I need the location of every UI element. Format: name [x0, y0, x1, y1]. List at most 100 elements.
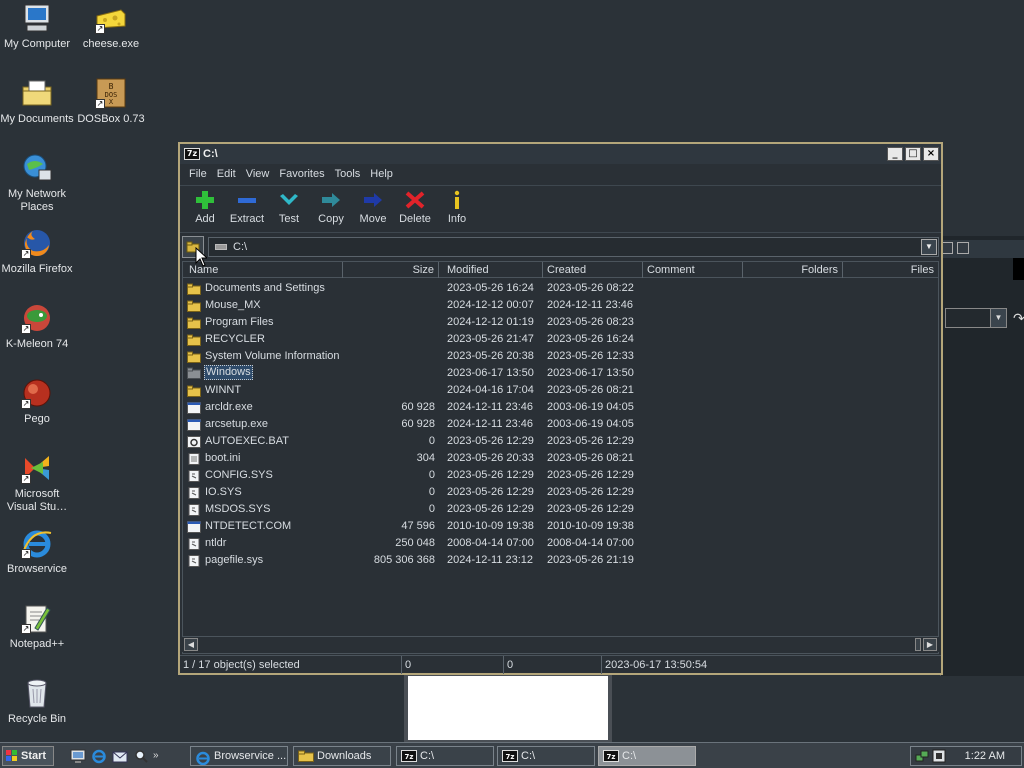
minimize-button[interactable]: _: [887, 147, 903, 161]
taskbar-button[interactable]: Browservice ...: [190, 746, 288, 766]
file-row[interactable]: Documents and Settings 2023-05-26 16:24 20…: [183, 280, 938, 297]
desktop-icon-cheese[interactable]: ↗ cheese.exe: [74, 2, 148, 51]
desktop-icon-documents-folder[interactable]: My Documents: [0, 77, 74, 126]
delete-button[interactable]: Delete: [394, 186, 436, 232]
file-created: 2003-06-19 04:05: [547, 401, 634, 413]
outlook-icon[interactable]: [112, 748, 128, 764]
file-row[interactable]: ntldr 250 048 2008-04-14 07:00 2008-04-14 0…: [183, 535, 938, 552]
menu-help[interactable]: Help: [365, 168, 398, 180]
desktop-icon-dosbox[interactable]: B DOS X ↗ DOSBox 0.73: [74, 77, 148, 126]
file-exe-icon: [187, 418, 201, 431]
internet-explorer-icon[interactable]: [91, 748, 107, 764]
file-row[interactable]: IO.SYS 0 2023-05-26 12:29 2023-05-26 12:29: [183, 484, 938, 501]
test-icon: [268, 190, 310, 210]
menu-view[interactable]: View: [241, 168, 275, 180]
desktop-icon-kmeleon[interactable]: ↗ K-Meleon 74: [0, 302, 74, 351]
file-row[interactable]: CONFIG.SYS 0 2023-05-26 12:29 2023-05-26 12…: [183, 467, 938, 484]
file-name: boot.ini: [205, 452, 241, 464]
file-row[interactable]: WINNT 2024-04-16 17:04 2023-05-26 08:21: [183, 382, 938, 399]
column-header-created[interactable]: Created: [543, 262, 643, 278]
desktop-icon-notepadpp[interactable]: ↗ Notepad++: [0, 602, 74, 651]
search-icon[interactable]: [133, 748, 149, 764]
menu-edit[interactable]: Edit: [212, 168, 241, 180]
start-button[interactable]: Start: [2, 745, 54, 766]
redo-icon[interactable]: ↷: [1013, 310, 1024, 327]
file-modified: 2023-06-17 13:50: [447, 367, 534, 379]
desktop-icon-recycle-bin[interactable]: Recycle Bin: [0, 677, 74, 726]
file-row[interactable]: pagefile.sys 805 306 368 2024-12-11 23:12 2…: [183, 552, 938, 569]
background-window-maximize-button[interactable]: [957, 242, 969, 254]
clock[interactable]: 1:22 AM: [965, 750, 1005, 762]
toolbar-label: Test: [278, 213, 300, 225]
maximize-button[interactable]: □: [905, 147, 921, 161]
menu-tools[interactable]: Tools: [330, 168, 366, 180]
test-button[interactable]: Test: [268, 186, 310, 232]
file-row[interactable]: RECYCLER 2023-05-26 21:47 2023-05-26 16:24: [183, 331, 938, 348]
file-name-cell: CONFIG.SYS: [187, 467, 274, 484]
column-header-modified[interactable]: Modified: [443, 262, 543, 278]
shortcut-arrow-icon: ↗: [21, 324, 31, 334]
menu-file[interactable]: File: [184, 168, 212, 180]
desktop-icon-firefox[interactable]: ↗ Mozilla Firefox: [0, 227, 74, 276]
desktop-icon-internet-explorer[interactable]: ↗ Browservice: [0, 527, 74, 576]
recycle-bin-icon: [21, 677, 53, 709]
file-modified: 2024-12-12 00:07: [447, 299, 534, 311]
folder-icon: [187, 367, 201, 379]
file-row[interactable]: System Volume Information 2023-05-26 20:3…: [183, 348, 938, 365]
menu-favorites[interactable]: Favorites: [274, 168, 329, 180]
file-row[interactable]: AUTOEXEC.BAT 0 2023-05-26 12:29 2023-05-26 …: [183, 433, 938, 450]
file-row[interactable]: Windows 2023-06-17 13:50 2023-06-17 13:50: [183, 365, 938, 382]
scroll-left-icon[interactable]: ◀: [184, 638, 198, 651]
app-tray-icon[interactable]: [932, 749, 946, 763]
show-desktop-icon[interactable]: [70, 748, 86, 764]
window-titlebar[interactable]: 7z C:\ _ □ ×: [180, 144, 941, 164]
pego-icon: ↗: [21, 377, 53, 409]
file-row[interactable]: arcsetup.exe 60 928 2024-12-11 23:46 2003-0…: [183, 416, 938, 433]
background-window-combo[interactable]: ▼: [945, 308, 1007, 328]
desktop-icon-network[interactable]: My Network Places: [0, 152, 74, 214]
column-header-folders[interactable]: Folders: [743, 262, 843, 278]
background-window-content[interactable]: [408, 676, 608, 740]
scroll-right-icon[interactable]: ▶: [923, 638, 937, 651]
desktop-icon-visual-studio[interactable]: ↗ Microsoft Visual Stu…: [0, 452, 74, 514]
file-row[interactable]: Mouse_MX 2024-12-12 00:07 2024-12-11 23:46: [183, 297, 938, 314]
taskbar-button[interactable]: 7z C:\: [497, 746, 595, 766]
file-row[interactable]: MSDOS.SYS 0 2023-05-26 12:29 2023-05-26 12:…: [183, 501, 938, 518]
svg-text:B: B: [109, 82, 114, 91]
horizontal-scrollbar[interactable]: ◀ ▶: [182, 636, 939, 652]
file-name-cell: AUTOEXEC.BAT: [187, 433, 290, 450]
taskbar-button[interactable]: 7z C:\: [396, 746, 494, 766]
file-list[interactable]: Name Size Modified Created Comment Folders Fil…: [182, 261, 939, 654]
file-row[interactable]: boot.ini 304 2023-05-26 20:33 2023-05-26 08…: [183, 450, 938, 467]
scroll-thumb[interactable]: [915, 638, 921, 651]
file-row[interactable]: arcldr.exe 60 928 2024-12-11 23:46 2003-06-…: [183, 399, 938, 416]
file-size: 0: [428, 503, 435, 515]
chevron-down-icon[interactable]: ▼: [990, 309, 1006, 327]
add-button[interactable]: Add: [184, 186, 226, 232]
column-header-size[interactable]: Size: [343, 262, 439, 278]
info-button[interactable]: Info: [436, 186, 478, 232]
quick-launch-more-icon[interactable]: »: [153, 750, 159, 761]
folder-icon: [187, 283, 201, 295]
network-tray-icon[interactable]: [915, 749, 929, 763]
column-header-name[interactable]: Name: [185, 262, 343, 278]
close-button[interactable]: ×: [923, 147, 939, 161]
background-window[interactable]: ▼ ↷: [940, 236, 1024, 676]
file-row[interactable]: Program Files 2024-12-12 01:19 2023-05-26 …: [183, 314, 938, 331]
desktop-icon-label: My Network Places: [7, 188, 67, 213]
taskbar-button[interactable]: 7z C:\: [598, 746, 696, 766]
chevron-down-icon[interactable]: ▼: [921, 239, 937, 255]
column-header-files[interactable]: Files: [843, 262, 938, 278]
desktop-icon-pego[interactable]: ↗ Pego: [0, 377, 74, 426]
move-button[interactable]: Move: [352, 186, 394, 232]
copy-button[interactable]: Copy: [310, 186, 352, 232]
file-name: IO.SYS: [205, 486, 242, 498]
column-header-comment[interactable]: Comment: [643, 262, 743, 278]
desktop-icon-computer[interactable]: My Computer: [0, 2, 74, 51]
file-modified: 2008-04-14 07:00: [447, 537, 534, 549]
extract-button[interactable]: Extract: [226, 186, 268, 232]
file-row[interactable]: NTDETECT.COM 47 596 2010-10-09 19:38 2010-1…: [183, 518, 938, 535]
path-combobox[interactable]: C:\ ▼: [208, 237, 939, 257]
file-exe-icon: [187, 401, 201, 414]
taskbar-button[interactable]: Downloads: [293, 746, 391, 766]
